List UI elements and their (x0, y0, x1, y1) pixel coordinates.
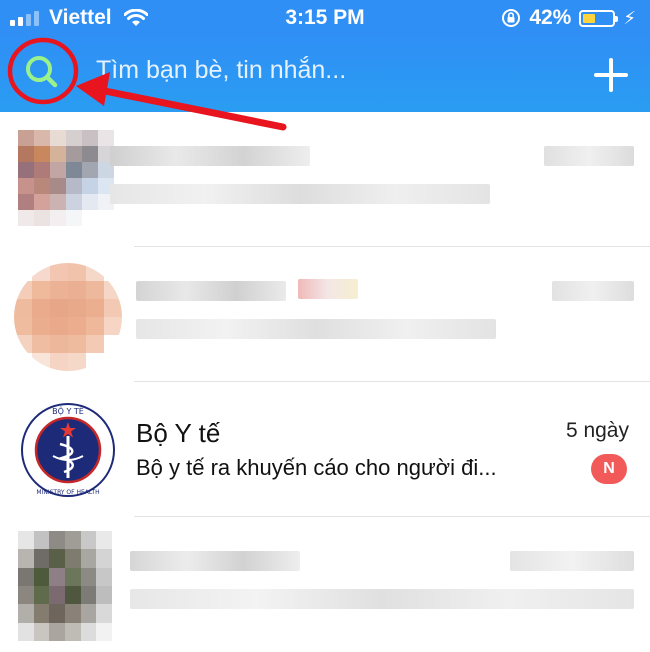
avatar (18, 130, 114, 226)
blurred-time (510, 551, 634, 571)
blurred-time (544, 146, 634, 166)
ministry-of-health-logo: BỘ Y TẾ MINISTRY OF HEALTH (21, 403, 115, 497)
blurred-name (136, 281, 286, 301)
new-badge: N (591, 454, 627, 484)
charging-bolt-icon: ⚡ (623, 7, 636, 28)
battery-level (583, 13, 596, 23)
blurred-name (130, 551, 300, 571)
conversation-item[interactable] (0, 112, 650, 247)
avatar (14, 263, 122, 371)
blurred-name (110, 146, 310, 166)
blurred-time (552, 281, 634, 301)
blurred-preview (110, 184, 490, 204)
search-icon (26, 56, 58, 88)
logo-top-text: BỘ Y TẾ (52, 405, 85, 416)
blurred-preview (130, 589, 634, 609)
battery-percent: 42% (529, 6, 572, 29)
status-bar: Viettel 3:15 PM 42% ⚡ (0, 0, 650, 36)
search-input[interactable]: Tìm bạn bè, tin nhắn... (96, 56, 346, 85)
conversation-item[interactable] (0, 247, 650, 382)
conversation-item[interactable] (0, 517, 650, 652)
conversation-title: Bộ Y tế (136, 418, 221, 448)
blurred-preview (136, 319, 496, 339)
add-button[interactable] (594, 58, 628, 92)
battery-icon (579, 9, 619, 27)
avatar (18, 531, 112, 641)
logo-bottom-text: MINISTRY OF HEALTH (36, 489, 99, 496)
orientation-lock-icon (502, 9, 521, 27)
conversation-time: 5 ngày (565, 419, 629, 442)
search-button[interactable] (10, 38, 76, 104)
blurred-emoji (298, 279, 358, 299)
header-bar: Tìm bạn bè, tin nhắn... (0, 36, 650, 112)
status-right: 42% ⚡ (501, 6, 636, 30)
conversation-preview: Bộ y tế ra khuyến cáo cho người đi... (136, 455, 497, 480)
